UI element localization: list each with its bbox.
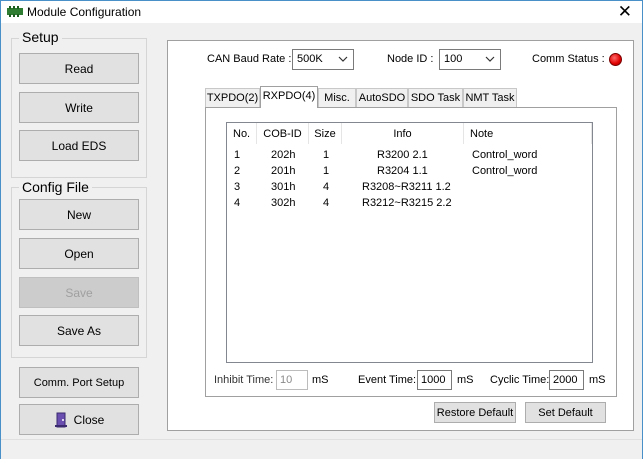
row-cob-id: 202h [271, 149, 296, 161]
restore-default-button[interactable]: Restore Default [434, 402, 516, 423]
column-header-info[interactable]: Info [342, 123, 464, 144]
comm-status-label: Comm Status : [532, 53, 605, 65]
row-no: 1 [234, 149, 241, 161]
row-info: R3212~R3215 2.2 [362, 197, 452, 209]
comm-status-indicator [609, 53, 622, 66]
column-header-note[interactable]: Note [464, 123, 592, 144]
close-window-icon[interactable]: ✕ [618, 2, 632, 22]
tab-rxpdo[interactable]: RXPDO(4) [260, 86, 318, 108]
title-bar: Module Configuration ✕ [1, 1, 642, 23]
node-id-label: Node ID : [387, 53, 434, 65]
row-no: 3 [234, 181, 241, 193]
cyclic-time-label: Cyclic Time: [490, 374, 550, 386]
can-baud-rate-value: 500K [297, 53, 323, 65]
row-info: R3204 1.1 [377, 165, 428, 177]
inhibit-time-input[interactable]: 10 [276, 370, 308, 390]
save-button[interactable]: Save [19, 277, 139, 308]
row-note: Control_word [472, 149, 538, 161]
tab-misc[interactable]: Misc. [318, 88, 356, 107]
inhibit-time-unit: mS [312, 374, 329, 386]
table-row[interactable]: 2 201h 1 R3204 1.1 Control_word [227, 165, 592, 180]
event-time-label: Event Time: [358, 374, 417, 386]
row-no: 4 [234, 197, 241, 209]
table-row[interactable]: 4 302h 4 R3212~R3215 2.2 [227, 197, 592, 212]
configuration-panel: CAN Baud Rate : 500K Node ID : 100 Comm … [167, 40, 634, 431]
can-baud-rate-label: CAN Baud Rate : [207, 53, 292, 65]
can-baud-rate-select[interactable]: 500K [292, 49, 354, 70]
read-button[interactable]: Read [19, 53, 139, 84]
module-configuration-window: Module Configuration ✕ Setup Read Write … [0, 0, 643, 459]
rxpdo-tab-page: No. COB-ID Size Info Note 1 202h 1 R3200… [205, 107, 617, 397]
row-size: 4 [323, 197, 330, 209]
inhibit-time-label: Inhibit Time: [214, 374, 274, 386]
close-button-label: Close [73, 412, 105, 427]
open-button[interactable]: Open [19, 238, 139, 269]
node-id-select[interactable]: 100 [439, 49, 501, 70]
event-time-unit: mS [457, 374, 474, 386]
exit-door-icon [54, 412, 67, 427]
chevron-down-icon [338, 56, 348, 62]
new-button[interactable]: New [19, 199, 139, 230]
node-id-value: 100 [444, 53, 463, 65]
tab-txpdo[interactable]: TXPDO(2) [205, 88, 260, 107]
list-header: No. COB-ID Size Info Note [227, 123, 592, 145]
close-button[interactable]: Close [19, 404, 139, 435]
row-size: 4 [323, 181, 330, 193]
row-cob-id: 201h [271, 165, 296, 177]
tab-sdo-task[interactable]: SDO Task [408, 88, 463, 107]
row-info: R3208~R3211 1.2 [362, 181, 451, 193]
write-button[interactable]: Write [19, 92, 139, 123]
save-as-button[interactable]: Save As [19, 315, 139, 346]
app-icon [7, 6, 23, 17]
event-time-input[interactable]: 1000 [417, 370, 452, 390]
table-row[interactable]: 3 301h 4 R3208~R3211 1.2 [227, 181, 592, 196]
row-size: 1 [323, 149, 330, 161]
table-row[interactable]: 1 202h 1 R3200 2.1 Control_word [227, 149, 592, 164]
row-info: R3200 2.1 [377, 149, 428, 161]
tab-autosdo[interactable]: AutoSDO [356, 88, 408, 107]
cyclic-time-input[interactable]: 2000 [549, 370, 584, 390]
row-cob-id: 302h [271, 197, 296, 209]
set-default-button[interactable]: Set Default [525, 402, 606, 423]
window-title: Module Configuration [27, 5, 142, 19]
row-no: 2 [234, 165, 241, 177]
column-header-size[interactable]: Size [309, 123, 342, 144]
comm-port-setup-button[interactable]: Comm. Port Setup [19, 367, 139, 398]
config-file-group-label: Config File [19, 179, 92, 195]
row-note: Control_word [472, 165, 538, 177]
setup-group-label: Setup [19, 29, 62, 45]
row-size: 1 [323, 165, 330, 177]
column-header-cob-id[interactable]: COB-ID [257, 123, 309, 144]
column-header-no[interactable]: No. [227, 123, 257, 144]
pdo-list[interactable]: No. COB-ID Size Info Note 1 202h 1 R3200… [226, 122, 593, 363]
chevron-down-icon [485, 56, 495, 62]
tab-nmt-task[interactable]: NMT Task [463, 88, 517, 107]
load-eds-button[interactable]: Load EDS [19, 130, 139, 161]
cyclic-time-unit: mS [589, 374, 606, 386]
row-cob-id: 301h [271, 181, 296, 193]
status-bar [1, 439, 642, 459]
